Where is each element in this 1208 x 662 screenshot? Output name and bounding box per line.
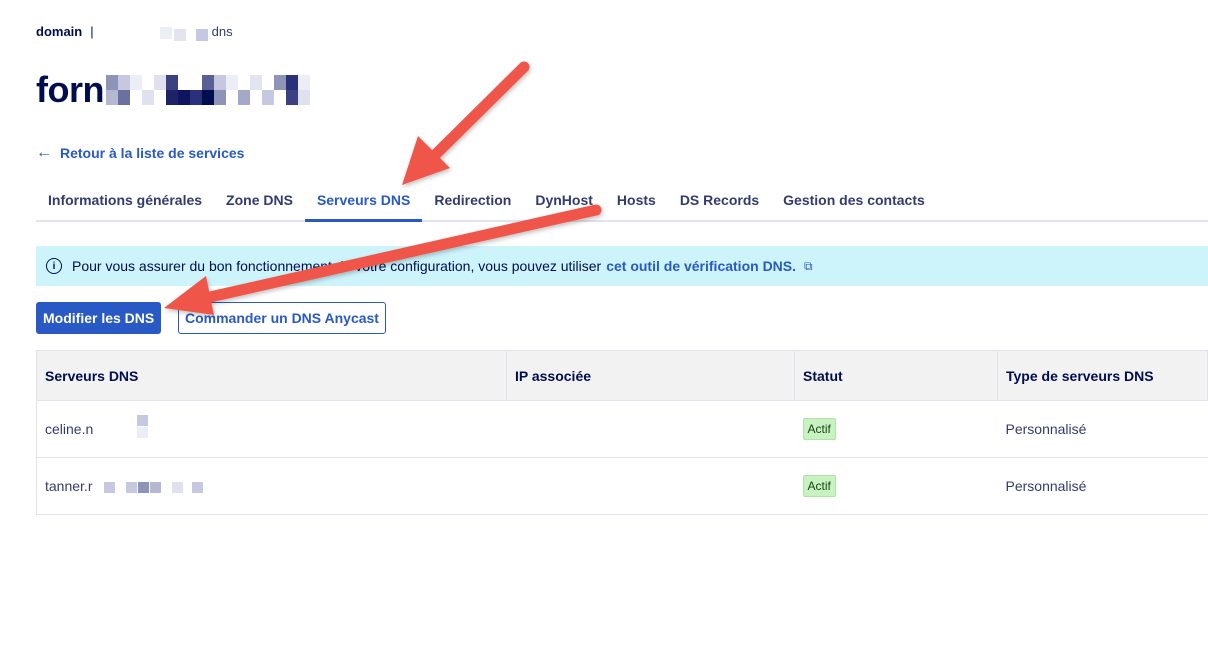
ip-cell — [506, 457, 795, 515]
page-title: forn — [36, 68, 342, 112]
tab-zone-dns[interactable]: Zone DNS — [214, 180, 305, 222]
tab-ds-records[interactable]: DS Records — [668, 180, 771, 222]
tab-hosts[interactable]: Hosts — [605, 180, 668, 222]
status-badge: Actif — [802, 475, 836, 497]
table-row: tanner.r Actif Personnalisé — [36, 457, 1208, 515]
server-name: celine.n — [45, 420, 94, 437]
arrow-left-icon: ← — [36, 144, 52, 161]
breadcrumb: domain | dns — [36, 24, 233, 41]
redacted-text — [96, 480, 216, 494]
dns-servers-table: Serveurs DNS IP associée Statut Type de … — [36, 350, 1208, 515]
status-cell: Actif — [794, 400, 998, 458]
header-status: Statut — [794, 350, 998, 401]
ip-cell — [506, 400, 795, 458]
redacted-title — [105, 75, 342, 105]
server-name: tanner.r — [45, 477, 93, 494]
server-cell: celine.n — [36, 400, 507, 458]
info-icon: i — [46, 258, 62, 274]
status-badge: Actif — [802, 418, 836, 440]
breadcrumb-current: dns — [211, 24, 233, 39]
table-header-row: Serveurs DNS IP associée Statut Type de … — [36, 350, 1208, 401]
tab-bar: Informations générales Zone DNS Serveurs… — [36, 180, 1208, 222]
modify-dns-button[interactable]: Modifier les DNS — [36, 302, 162, 334]
order-anycast-button[interactable]: Commander un DNS Anycast — [178, 302, 386, 334]
header-dns-servers: Serveurs DNS — [36, 350, 507, 401]
external-link-icon[interactable]: ⧉ — [804, 259, 813, 274]
type-cell: Personnalisé — [997, 400, 1208, 458]
tab-general-info[interactable]: Informations générales — [36, 180, 214, 222]
arrow-to-dns-servers-tab — [402, 61, 530, 185]
info-text: Pour vous assurer du bon fonctionnement … — [72, 258, 602, 274]
breadcrumb-separator: | — [90, 24, 94, 39]
redacted-text — [97, 415, 217, 439]
status-cell: Actif — [794, 457, 998, 515]
server-cell: tanner.r — [36, 457, 507, 515]
tab-dynhost[interactable]: DynHost — [523, 180, 605, 222]
header-type: Type de serveurs DNS — [997, 350, 1208, 401]
table-row: celine.n Actif Personnalisé — [36, 400, 1208, 458]
tab-dns-servers[interactable]: Serveurs DNS — [304, 180, 423, 222]
page-title-text: forn — [36, 69, 104, 110]
redacted-text — [102, 25, 212, 41]
tab-redirection[interactable]: Redirection — [422, 180, 523, 222]
header-ip: IP associée — [506, 350, 795, 401]
dns-check-tool-link[interactable]: cet outil de vérification DNS. — [606, 258, 796, 274]
type-cell: Personnalisé — [997, 457, 1208, 515]
back-to-services-link[interactable]: ← Retour à la liste de services — [36, 144, 244, 162]
tab-contacts[interactable]: Gestion des contacts — [771, 180, 937, 222]
back-link-label: Retour à la liste de services — [60, 145, 245, 161]
info-banner: i Pour vous assurer du bon fonctionnemen… — [36, 246, 1208, 286]
breadcrumb-root[interactable]: domain — [36, 24, 82, 39]
